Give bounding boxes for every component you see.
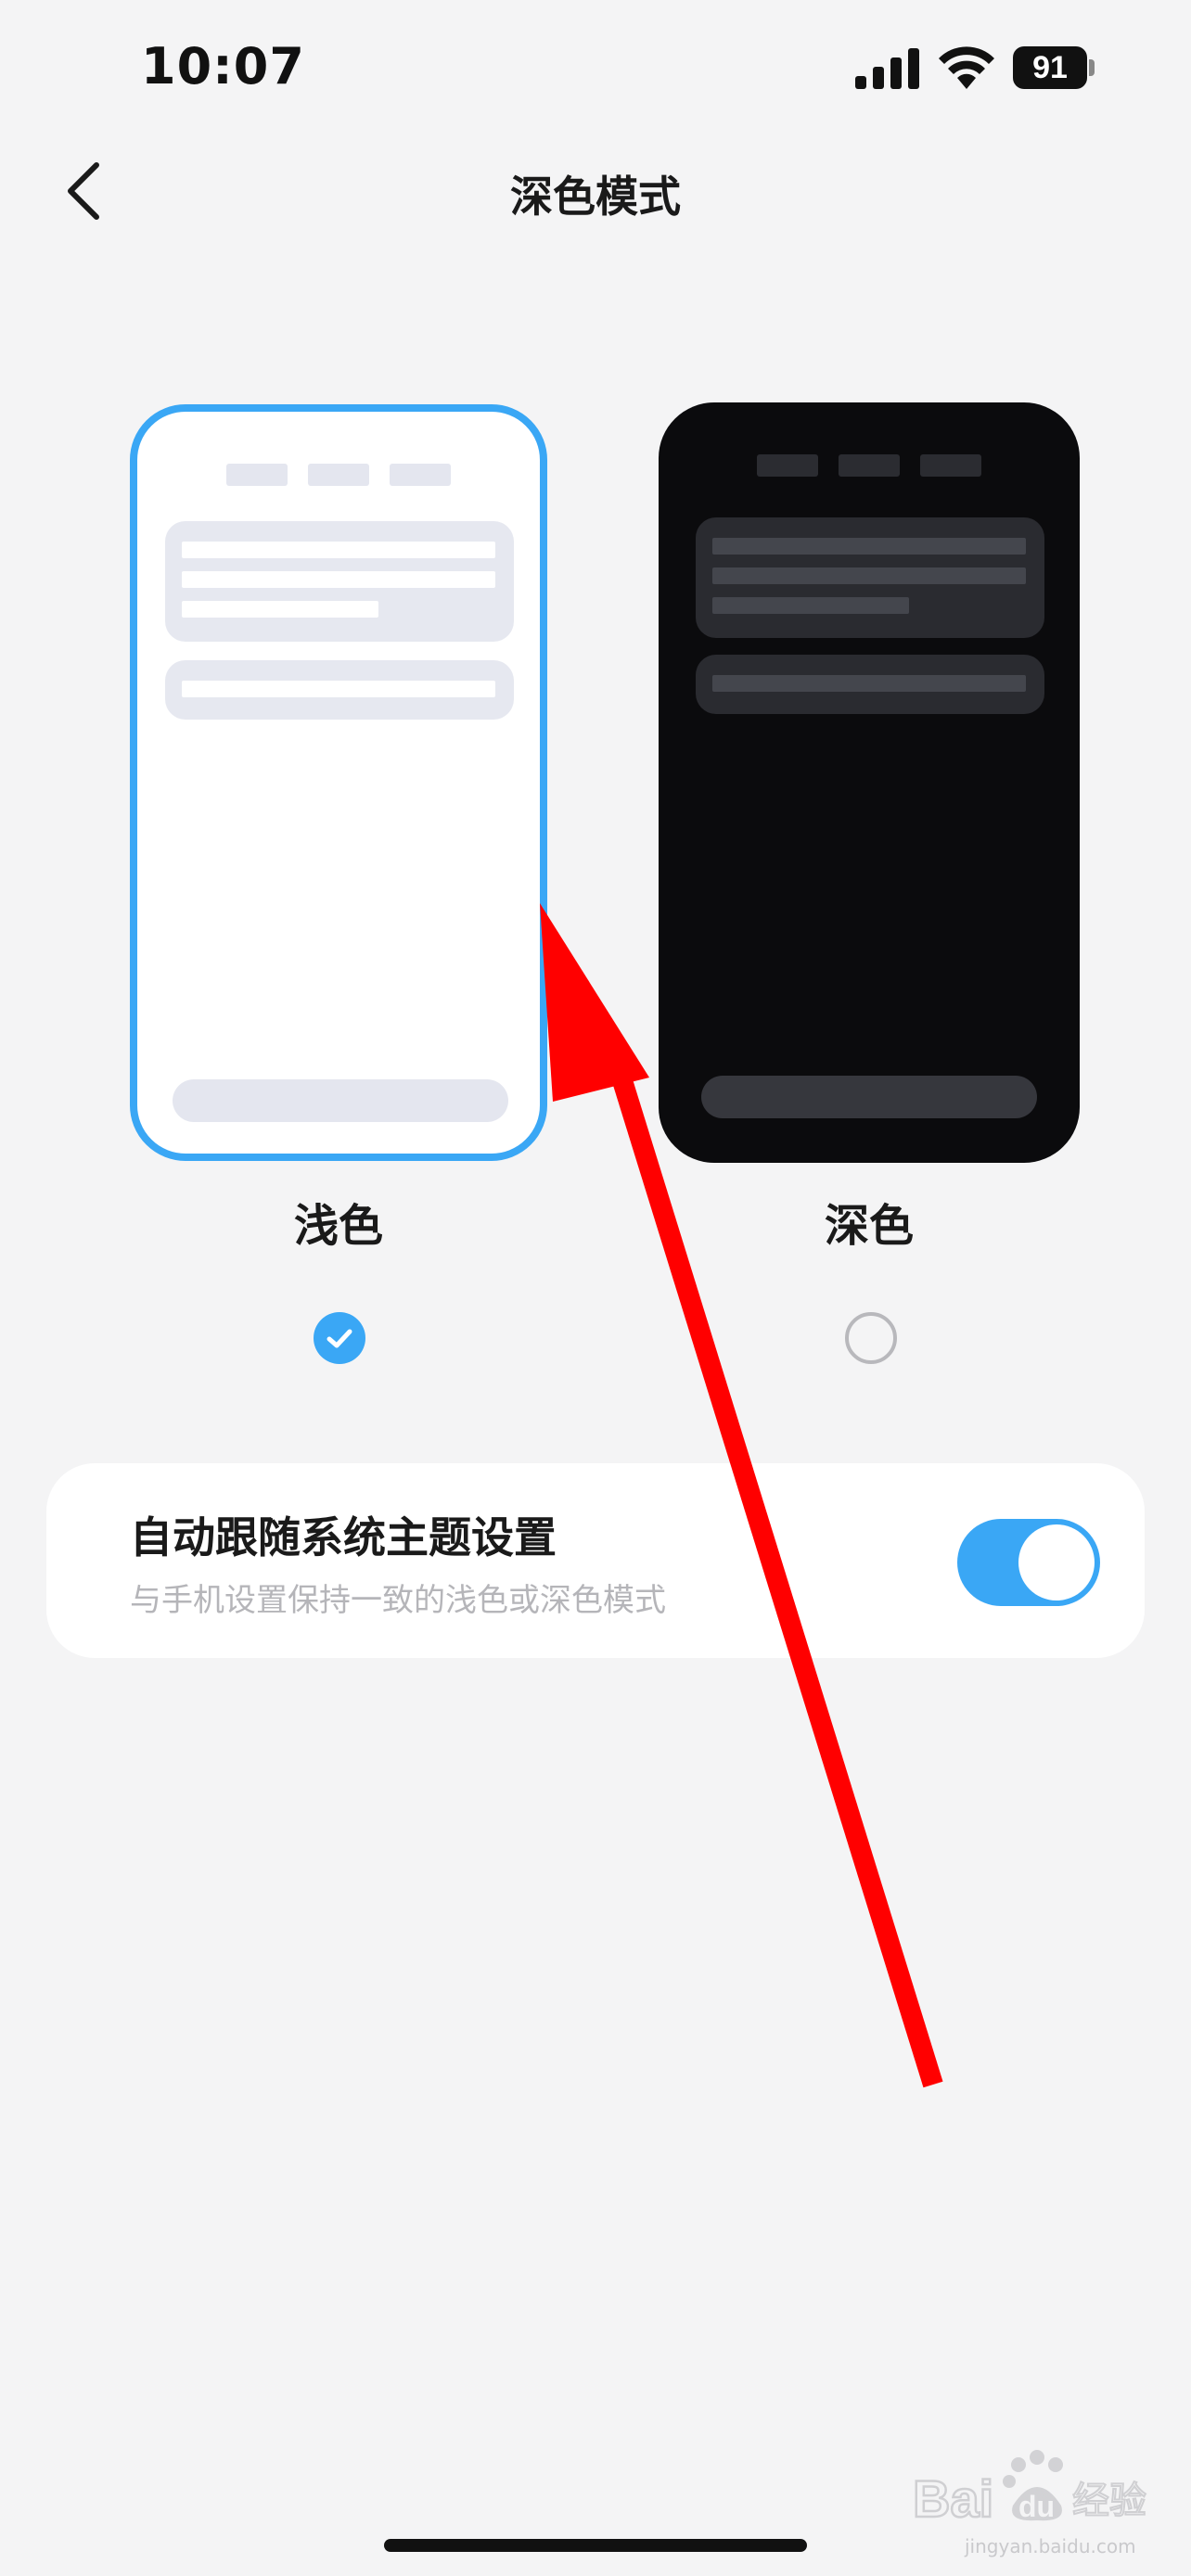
preview-card	[696, 517, 1044, 638]
preview-bottom-bar	[701, 1076, 1037, 1118]
light-theme-preview[interactable]	[130, 404, 547, 1161]
auto-follow-subtitle: 与手机设置保持一致的浅色或深色模式	[130, 1582, 666, 1619]
preview-card	[165, 660, 514, 720]
preview-tab	[390, 464, 451, 486]
wifi-icon	[939, 46, 994, 89]
preview-tab	[920, 454, 981, 477]
page-title: 深色模式	[510, 172, 681, 222]
preview-tab	[839, 454, 900, 477]
svg-text:du: du	[1018, 2490, 1055, 2523]
light-theme-label[interactable]: 浅色	[199, 1189, 478, 1254]
watermark-url: jingyan.baidu.com	[965, 2535, 1136, 2557]
preview-tab	[308, 464, 369, 486]
dark-theme-preview[interactable]	[659, 402, 1080, 1163]
dark-theme-radio[interactable]	[845, 1312, 897, 1364]
checkmark-icon	[327, 1329, 352, 1348]
preview-tab	[226, 464, 288, 486]
preview-card	[696, 655, 1044, 714]
dark-theme-label[interactable]: 深色	[730, 1189, 1008, 1254]
auto-follow-title: 自动跟随系统主题设置	[130, 1512, 557, 1562]
svg-text:Bai: Bai	[913, 2469, 993, 2528]
auto-follow-toggle[interactable]	[957, 1519, 1100, 1606]
preview-tab	[757, 454, 818, 477]
toggle-knob	[1018, 1524, 1095, 1600]
status-time: 10:07	[141, 37, 305, 96]
annotation-arrow	[540, 903, 943, 2088]
battery-icon: 91	[1013, 46, 1096, 89]
signal-icon	[855, 48, 919, 89]
light-theme-radio[interactable]	[314, 1312, 365, 1364]
baidu-jingyan-watermark: Bai du 经验	[912, 2450, 1147, 2529]
battery-level: 91	[1013, 46, 1087, 89]
preview-bottom-bar	[173, 1079, 508, 1122]
preview-card	[165, 521, 514, 642]
home-indicator[interactable]	[384, 2539, 807, 2552]
svg-text:经验: 经验	[1072, 2480, 1146, 2522]
